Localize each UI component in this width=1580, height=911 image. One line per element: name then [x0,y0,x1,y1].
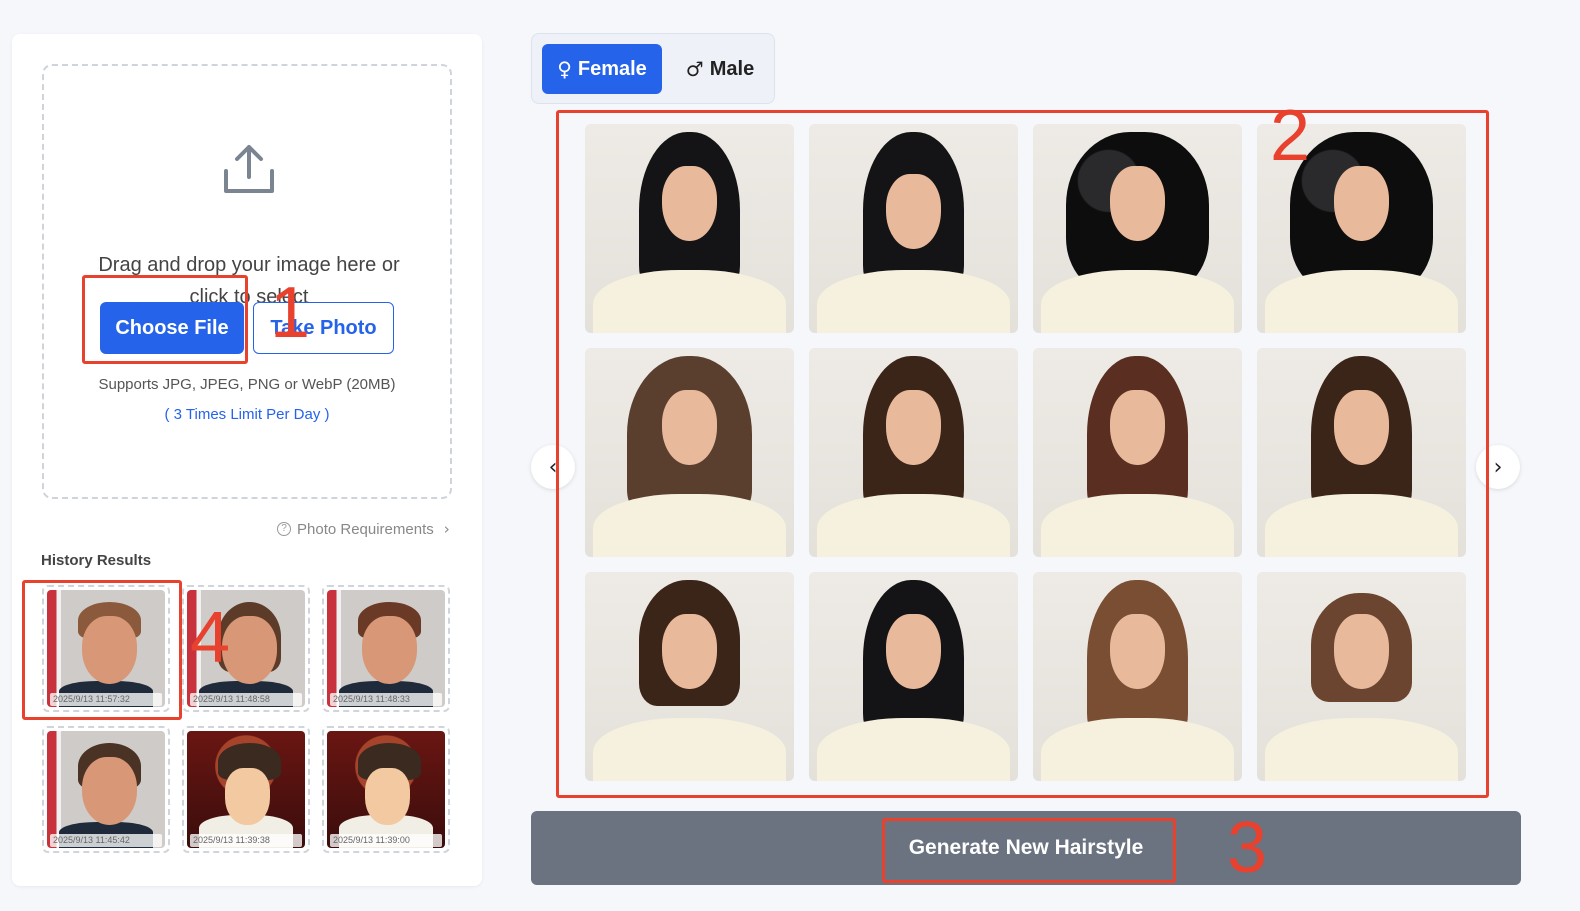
generate-hairstyle-button[interactable]: Generate New Hairstyle [531,811,1521,885]
history-thumbnail [327,731,445,848]
hairstyle-option[interactable] [585,572,794,781]
hairstyle-option[interactable] [585,348,794,557]
question-circle-icon: ? [277,522,291,536]
history-grid: 2025/9/13 11:57:32 2025/9/13 11:48:58 20… [42,585,452,853]
history-timestamp: 2025/9/13 11:48:58 [190,693,302,706]
hairstyle-option[interactable] [1257,572,1466,781]
photo-requirements-link[interactable]: ? Photo Requirements › [277,520,450,538]
history-timestamp: 2025/9/13 11:48:33 [330,693,442,706]
male-label: Male [709,57,755,80]
hairstyle-option[interactable] [1033,124,1242,333]
history-title: History Results [41,552,152,569]
supported-formats-text: Supports JPG, JPEG, PNG or WebP (20MB) [98,376,396,393]
choose-file-button[interactable]: Choose File [100,302,244,354]
hairstyle-option[interactable] [809,572,1018,781]
carousel-next-button[interactable]: › [1476,445,1520,489]
chevron-left-icon: ‹ [548,454,558,480]
hairstyle-option[interactable] [809,348,1018,557]
history-thumbnail [47,590,165,707]
history-timestamp: 2025/9/13 11:57:32 [50,693,162,706]
female-label: Female [577,57,647,80]
history-item[interactable]: 2025/9/13 11:39:00 [322,726,450,853]
female-tab[interactable]: ♀ Female [542,44,662,94]
chevron-right-icon: › [1493,454,1503,480]
history-item[interactable]: 2025/9/13 11:39:38 [182,726,310,853]
history-thumbnail [327,590,445,707]
history-timestamp: 2025/9/13 11:39:00 [330,834,442,847]
history-item[interactable]: 2025/9/13 11:48:33 [322,585,450,712]
photo-requirements-label: Photo Requirements [297,520,434,538]
hairstyle-option[interactable] [809,124,1018,333]
history-item[interactable]: 2025/9/13 11:48:58 [182,585,310,712]
hairstyle-option[interactable] [1257,348,1466,557]
hairstyle-grid [585,124,1467,781]
male-tab[interactable]: ♂ Male [672,44,768,94]
history-item[interactable]: 2025/9/13 11:45:42 [42,726,170,853]
history-timestamp: 2025/9/13 11:39:38 [190,834,302,847]
hairstyle-option[interactable] [1033,348,1242,557]
history-item[interactable]: 2025/9/13 11:57:32 [42,585,170,712]
dropzone[interactable]: Drag and drop your image here or click t… [42,64,452,499]
chevron-right-icon: › [443,520,450,538]
upload-panel: Drag and drop your image here or click t… [12,34,482,886]
upload-icon [224,145,274,193]
hairstyle-option[interactable] [1033,572,1242,781]
female-icon: ♀ [557,57,572,81]
history-thumbnail [187,731,305,848]
history-thumbnail [187,590,305,707]
take-photo-button[interactable]: Take Photo [253,302,394,354]
history-timestamp: 2025/9/13 11:45:42 [50,834,162,847]
hairstyle-option[interactable] [1257,124,1466,333]
daily-limit-text: ( 3 Times Limit Per Day ) [164,406,330,423]
carousel-prev-button[interactable]: ‹ [531,445,575,489]
hairstyle-option[interactable] [585,124,794,333]
history-thumbnail [47,731,165,848]
male-icon: ♂ [685,57,704,81]
gender-toggle: ♀ Female ♂ Male [531,33,775,104]
